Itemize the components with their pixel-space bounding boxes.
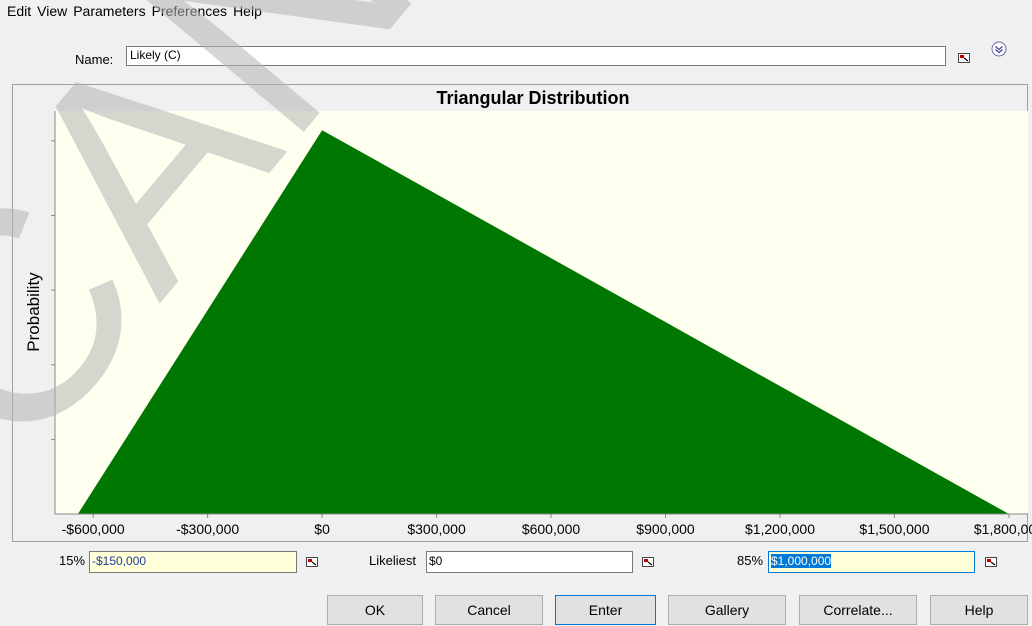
x-tick-label: $300,000 bbox=[407, 521, 466, 537]
p85-input[interactable]: $1,000,000 bbox=[768, 551, 975, 573]
p15-label: 15% bbox=[59, 553, 86, 568]
likeliest-input[interactable]: $0 bbox=[426, 551, 633, 573]
x-tick-label: $1,500,000 bbox=[859, 521, 929, 537]
p85-value: $1,000,000 bbox=[771, 554, 832, 568]
cell-reference-icon bbox=[985, 557, 997, 567]
p15-value: -$150,000 bbox=[92, 554, 147, 568]
ok-button[interactable]: OK bbox=[327, 595, 423, 625]
likeliest-reference-button[interactable] bbox=[639, 554, 657, 570]
p85-reference-button[interactable] bbox=[982, 554, 1000, 570]
x-tick-label: $600,000 bbox=[522, 521, 581, 537]
x-tick-label: $1,200,000 bbox=[745, 521, 815, 537]
distribution-chart: -$600,000 -$300,000 $0 $300,000 $600,000 $900… bbox=[51, 111, 1032, 537]
correlate-button[interactable]: Correlate... bbox=[799, 595, 917, 625]
p85-label: 85% bbox=[737, 553, 764, 568]
gallery-button[interactable]: Gallery bbox=[668, 595, 786, 625]
x-tick-label: -$300,000 bbox=[176, 521, 239, 537]
cancel-button[interactable]: Cancel bbox=[435, 595, 543, 625]
x-tick-label: $900,000 bbox=[636, 521, 695, 537]
likeliest-label: Likeliest bbox=[369, 553, 416, 568]
cell-reference-icon bbox=[306, 557, 318, 567]
p15-input[interactable]: -$150,000 bbox=[89, 551, 297, 573]
enter-button[interactable]: Enter bbox=[555, 595, 656, 625]
p15-reference-button[interactable] bbox=[303, 554, 321, 570]
x-tick-label: -$600,000 bbox=[62, 521, 125, 537]
x-tick-label: $0 bbox=[314, 521, 330, 537]
cell-reference-icon bbox=[642, 557, 654, 567]
help-button[interactable]: Help bbox=[930, 595, 1028, 625]
x-tick-label: $1,800,000 bbox=[974, 521, 1032, 537]
